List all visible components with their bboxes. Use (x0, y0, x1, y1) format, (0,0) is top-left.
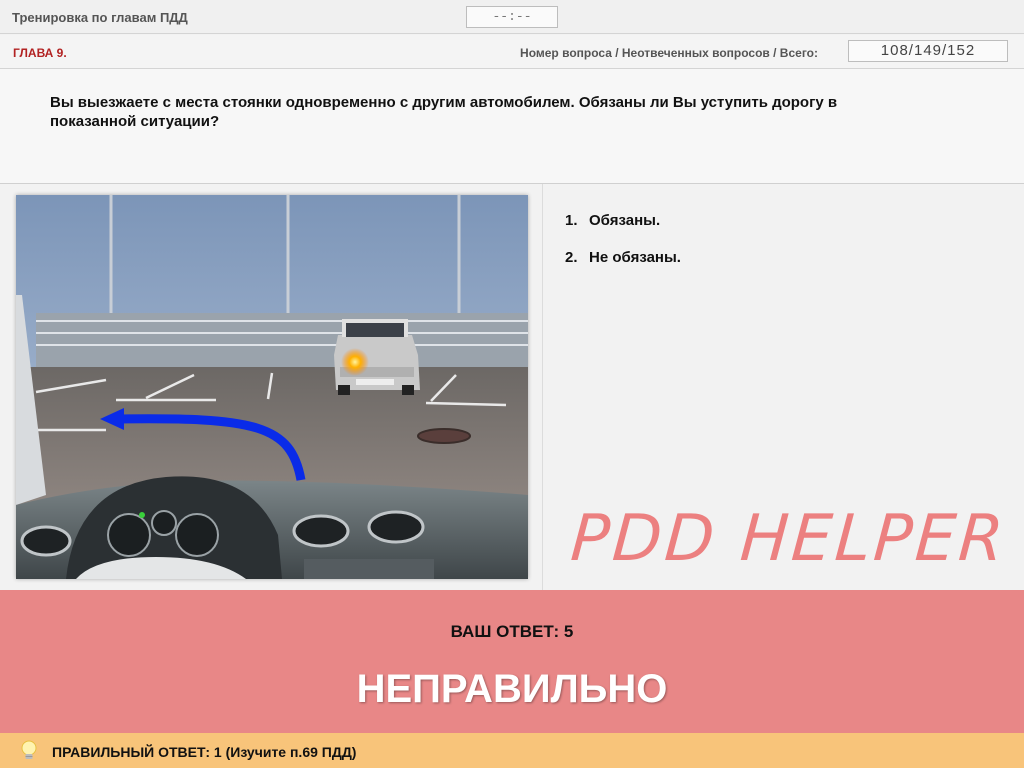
content-area: 1. Обязаны. 2. Не обязаны. PDD HELPER (0, 184, 1024, 590)
lightbulb-icon (21, 740, 37, 759)
chapter-label: ГЛАВА 9. (13, 46, 67, 60)
answers-list: 1. Обязаны. 2. Не обязаны. (565, 212, 681, 286)
question-panel: Вы выезжаете с места стоянки одновременн… (0, 69, 1024, 184)
timer-display: --:-- (466, 6, 558, 28)
watermark: PDD HELPER (568, 502, 1009, 576)
correct-answer-bar: ПРАВИЛЬНЫЙ ОТВЕТ: 1 (Изучите п.69 ПДД) (0, 733, 1024, 768)
app-title: Тренировка по главам ПДД (12, 10, 188, 25)
your-answer: ВАШ ОТВЕТ: 5 (450, 622, 574, 641)
info-bar: ГЛАВА 9. Номер вопроса / Неотвеченных во… (0, 35, 1024, 69)
verdict-text: НЕПРАВИЛЬНО (356, 667, 668, 711)
answer-label: Не обязаны. (589, 249, 681, 266)
question-counter: 108/149/152 (848, 40, 1008, 62)
question-image (16, 195, 528, 579)
image-panel (0, 184, 543, 590)
answer-number: 2. (565, 249, 578, 266)
question-counter-label: Номер вопроса / Неотвеченных вопросов / … (520, 46, 818, 60)
result-panel: ВАШ ОТВЕТ: 5 НЕПРАВИЛЬНО (0, 590, 1024, 733)
correct-answer-text: ПРАВИЛЬНЫЙ ОТВЕТ: 1 (Изучите п.69 ПДД) (52, 744, 357, 760)
answer-label: Обязаны. (589, 212, 661, 229)
question-text: Вы выезжаете с места стоянки одновременн… (50, 94, 838, 130)
answer-number: 1. (565, 212, 578, 229)
answer-option-1[interactable]: 1. Обязаны. (565, 212, 681, 229)
answer-option-2[interactable]: 2. Не обязаны. (565, 249, 681, 266)
title-bar: Тренировка по главам ПДД --:-- (0, 0, 1024, 34)
